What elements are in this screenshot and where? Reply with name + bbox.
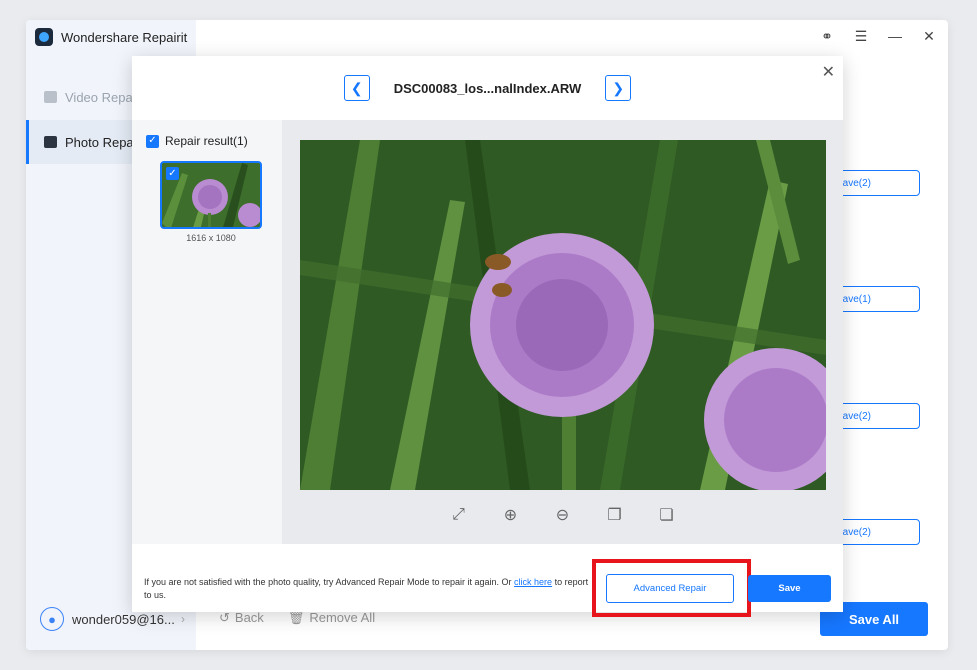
- advanced-repair-button[interactable]: Advanced Repair: [606, 574, 734, 603]
- preview-image: [300, 140, 826, 490]
- rotate-right-icon[interactable]: ❏: [657, 505, 677, 525]
- remove-all-button[interactable]: 🗑 Remove All: [288, 610, 375, 626]
- back-button[interactable]: ↺ Back: [219, 610, 264, 626]
- chevron-right-icon[interactable]: ›: [181, 612, 185, 626]
- sidebar-item-label: Video Repair: [65, 89, 140, 105]
- fullscreen-icon[interactable]: ⤢: [449, 505, 469, 525]
- headset-icon[interactable]: ⚭: [820, 28, 834, 45]
- video-icon: [44, 91, 57, 103]
- photo-preview: [300, 140, 826, 490]
- result-panel: ✓ Repair result(1) ✓ 1616 x 1080: [132, 120, 282, 544]
- chevron-right-icon: ❯: [612, 79, 625, 96]
- dialog-header: ❮ DSC00083_los...nalIndex.ARW ❯: [132, 56, 843, 120]
- close-icon[interactable]: ✕: [822, 62, 835, 82]
- user-avatar-icon: ●: [40, 607, 64, 631]
- thumbnail-size: 1616 x 1080: [186, 233, 236, 243]
- preview-area: ⤢ ⊕ ⊖ ❐ ❏: [282, 120, 843, 544]
- repairit-logo-icon: [35, 28, 53, 46]
- quality-note: If you are not satisfied with the photo …: [144, 577, 589, 600]
- sidebar-item-label: Photo Repair: [65, 134, 141, 150]
- next-file-button[interactable]: ❯: [605, 75, 632, 101]
- chevron-left-icon: ❮: [350, 79, 363, 96]
- minimize-icon[interactable]: —: [888, 28, 902, 45]
- menu-icon[interactable]: ☰: [854, 28, 868, 45]
- user-email: wonder059@16...: [72, 611, 175, 627]
- window-controls: ⚭ ☰ — ✕: [820, 28, 936, 45]
- trash-icon: 🗑: [287, 610, 305, 625]
- bottom-actions: ↺ Back 🗑 Remove All: [219, 610, 375, 626]
- repair-result-checkbox[interactable]: ✓ Repair result(1): [146, 134, 248, 148]
- app-title: Wondershare Repairit: [61, 29, 188, 45]
- photo-preview-dialog: ❮ DSC00083_los...nalIndex.ARW ❯ ✕ ✓ Repa…: [132, 56, 843, 617]
- checkbox-checked-icon: ✓: [146, 134, 159, 148]
- preview-toolbar: ⤢ ⊕ ⊖ ❐ ❏: [282, 505, 843, 525]
- rotate-left-icon[interactable]: ❐: [605, 505, 625, 525]
- zoom-out-icon[interactable]: ⊖: [553, 505, 573, 525]
- previous-file-button[interactable]: ❮: [343, 75, 370, 101]
- checkbox-checked-icon[interactable]: ✓: [166, 167, 179, 180]
- repair-result-label: Repair result(1): [165, 134, 248, 148]
- result-thumbnail[interactable]: ✓: [160, 161, 262, 229]
- report-link[interactable]: click here: [514, 577, 552, 587]
- photo-icon: [44, 136, 57, 148]
- zoom-in-icon[interactable]: ⊕: [501, 505, 521, 525]
- brand: Wondershare Repairit: [35, 28, 187, 46]
- save-button[interactable]: Save: [748, 575, 831, 602]
- close-icon[interactable]: ✕: [922, 28, 936, 45]
- file-name: DSC00083_los...nalIndex.ARW: [393, 80, 582, 96]
- back-arrow-icon: ↺: [219, 610, 230, 625]
